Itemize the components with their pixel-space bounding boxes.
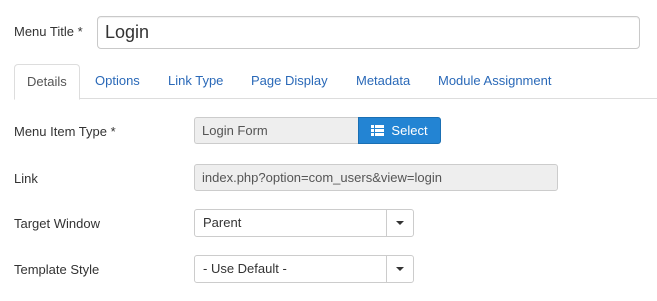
tab-module-assignment[interactable]: Module Assignment [438,64,551,99]
link-value: index.php?option=com_users&view=login [194,164,558,191]
menu-item-type-value: Login Form [194,117,358,144]
caret-down-icon [396,221,404,225]
list-icon [371,125,385,136]
tab-metadata[interactable]: Metadata [356,64,410,99]
link-label: Link [14,171,38,186]
menu-title-input[interactable] [97,16,640,49]
select-menu-item-type-button[interactable]: Select [358,117,441,144]
target-window-label: Target Window [14,216,100,231]
menu-title-label: Menu Title * [14,24,83,39]
tab-bar: Details Options Link Type Page Display M… [14,64,657,100]
template-style-selected: - Use Default - [203,261,287,276]
menu-item-edit-form: Menu Title * Details Options Link Type P… [0,0,657,301]
template-style-dropdown-toggle[interactable] [386,256,413,282]
template-style-label: Template Style [14,262,100,277]
select-button-label: Select [391,123,428,138]
tab-link-type[interactable]: Link Type [168,64,223,99]
menu-item-type-label: Menu Item Type * [14,124,116,139]
target-window-selected: Parent [203,215,242,230]
tab-details[interactable]: Details [14,64,80,100]
target-window-dropdown-toggle[interactable] [386,210,413,236]
target-window-select[interactable]: Parent [194,209,414,237]
template-style-select[interactable]: - Use Default - [194,255,414,283]
tab-options[interactable]: Options [95,64,140,99]
caret-down-icon [396,267,404,271]
tab-page-display[interactable]: Page Display [251,64,328,99]
